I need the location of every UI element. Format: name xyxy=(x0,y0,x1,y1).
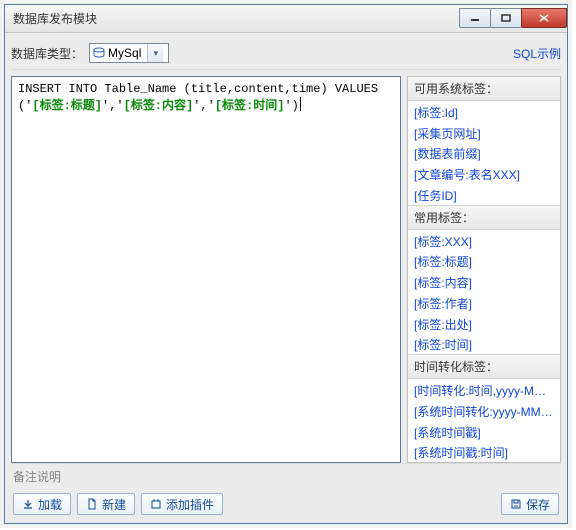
editor-text: ',' xyxy=(193,99,215,113)
tag-item[interactable]: [文章编号:表名XXX] xyxy=(408,163,560,184)
tag-item[interactable]: [标签:Id] xyxy=(408,101,560,122)
load-button[interactable]: 加载 xyxy=(13,493,71,515)
top-toolbar: 数据库类型： MySql ▾ SQL示例 xyxy=(11,39,561,70)
tag-item[interactable]: [时间转化:时间,yyyy-MM-dd] xyxy=(408,379,560,400)
tag-item[interactable]: [标签:出处] xyxy=(408,313,560,334)
new-button[interactable]: 新建 xyxy=(77,493,135,515)
tag-group-header: 时间转化标签： xyxy=(408,354,560,379)
editor-tag-token: [标签:时间] xyxy=(215,99,285,113)
add-plugin-button[interactable]: 添加插件 xyxy=(141,493,223,515)
notes-label: 备注说明 xyxy=(11,463,561,487)
plugin-icon xyxy=(150,498,162,510)
maximize-icon xyxy=(501,14,511,22)
tag-panel: 可用系统标签：[标签:Id][采集页网址][数据表前缀][文章编号:表名XXX]… xyxy=(407,76,561,463)
db-type-combo[interactable]: MySql ▾ xyxy=(89,43,169,63)
tag-item[interactable]: [任务ID] xyxy=(408,184,560,205)
db-type-label: 数据库类型： xyxy=(11,45,83,62)
titlebar: 数据库发布模块 xyxy=(5,5,567,33)
add-plugin-button-label: 添加插件 xyxy=(166,496,214,513)
close-icon xyxy=(539,14,549,22)
close-button[interactable] xyxy=(521,8,567,28)
window-title: 数据库发布模块 xyxy=(13,10,459,27)
minimize-icon xyxy=(470,14,480,22)
tag-item[interactable]: [标签:XXX] xyxy=(408,230,560,251)
tag-item[interactable]: [标签:作者] xyxy=(408,292,560,313)
chevron-down-icon: ▾ xyxy=(147,44,163,62)
tag-item[interactable]: [采集页网址] xyxy=(408,122,560,143)
save-icon xyxy=(510,498,522,510)
tag-item[interactable]: [标签:标题] xyxy=(408,250,560,271)
editor-tag-token: [标签:内容] xyxy=(124,99,194,113)
bottom-toolbar: 加载 新建 添加插件 保存 xyxy=(11,487,561,517)
tag-item[interactable]: [标签:内容] xyxy=(408,271,560,292)
tag-item[interactable]: [标签:时间] xyxy=(408,333,560,354)
tag-item[interactable]: [系统时间戳:时间] xyxy=(408,441,560,462)
editor-tag-token: [标签:标题] xyxy=(32,99,102,113)
sql-sample-link[interactable]: SQL示例 xyxy=(513,45,561,62)
tag-group-header: 常用标签： xyxy=(408,205,560,230)
tag-group-header: 可用系统标签： xyxy=(408,77,560,101)
editor-text: ',' xyxy=(102,99,124,113)
sql-editor[interactable]: INSERT INTO Table_Name (title,content,ti… xyxy=(11,76,401,463)
editor-text: ') xyxy=(284,99,298,113)
text-caret xyxy=(300,97,301,111)
database-icon xyxy=(90,44,108,62)
new-button-label: 新建 xyxy=(102,496,126,513)
tag-item[interactable]: [系统时间转化:yyyy-MM-dd] xyxy=(408,400,560,421)
load-button-label: 加载 xyxy=(38,496,62,513)
load-icon xyxy=(22,498,34,510)
save-button[interactable]: 保存 xyxy=(501,493,559,515)
save-button-label: 保存 xyxy=(526,496,550,513)
tag-item[interactable]: [数据表前缀] xyxy=(408,142,560,163)
window-frame: 数据库发布模块 数据库类型： MySql ▾ SQL示例 INSERT INTO… xyxy=(4,4,568,524)
new-file-icon xyxy=(86,498,98,510)
maximize-button[interactable] xyxy=(490,8,522,28)
db-type-value: MySql xyxy=(108,46,147,60)
tag-item[interactable]: [系统时间戳] xyxy=(408,421,560,442)
minimize-button[interactable] xyxy=(459,8,491,28)
